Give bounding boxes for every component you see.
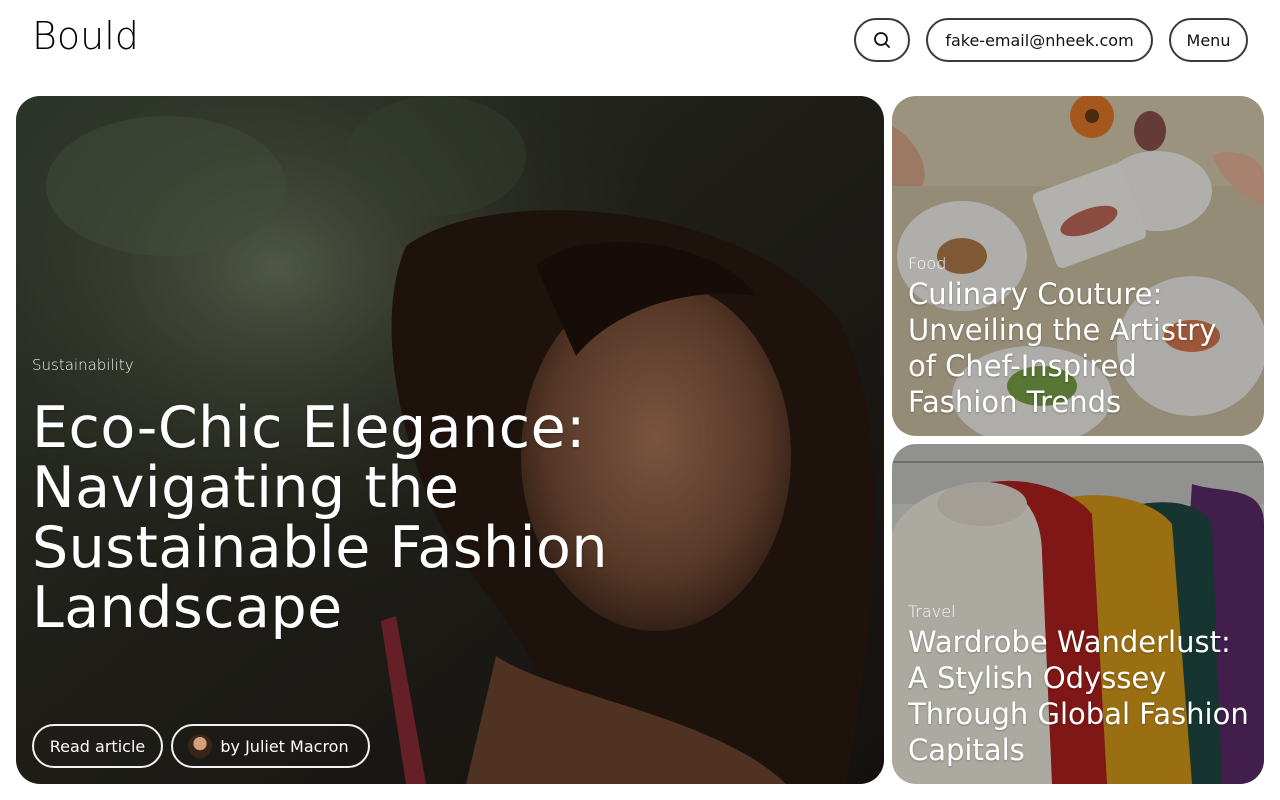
site-header: Bould fake-email@nheek.com Menu <box>0 0 1280 80</box>
food-category[interactable]: Food <box>908 254 946 273</box>
search-button[interactable] <box>854 18 910 62</box>
side-article-card-travel[interactable]: Travel Wardrobe Wanderlust: A Stylish Od… <box>892 444 1264 784</box>
author-button[interactable]: by Juliet Macron <box>171 724 370 768</box>
email-button[interactable]: fake-email@nheek.com <box>926 18 1153 62</box>
side-article-card-food[interactable]: Food Culinary Couture: Unveiling the Art… <box>892 96 1264 436</box>
author-name: by Juliet Macron <box>220 736 349 756</box>
food-article-title[interactable]: Culinary Couture: Unveiling the Artistry… <box>908 276 1248 420</box>
menu-button[interactable]: Menu <box>1169 18 1248 62</box>
featured-category[interactable]: Sustainability <box>32 356 134 374</box>
travel-category[interactable]: Travel <box>908 602 956 621</box>
read-article-button[interactable]: Read article <box>32 724 163 768</box>
site-logo[interactable]: Bould <box>32 14 139 58</box>
travel-article-title[interactable]: Wardrobe Wanderlust: A Stylish Odyssey T… <box>908 624 1258 768</box>
author-avatar <box>188 734 213 758</box>
featured-article-card[interactable]: Sustainability Eco-Chic Elegance: Naviga… <box>16 96 884 784</box>
search-icon <box>874 32 890 48</box>
featured-title[interactable]: Eco-Chic Elegance: Navigating the Sustai… <box>32 398 672 638</box>
